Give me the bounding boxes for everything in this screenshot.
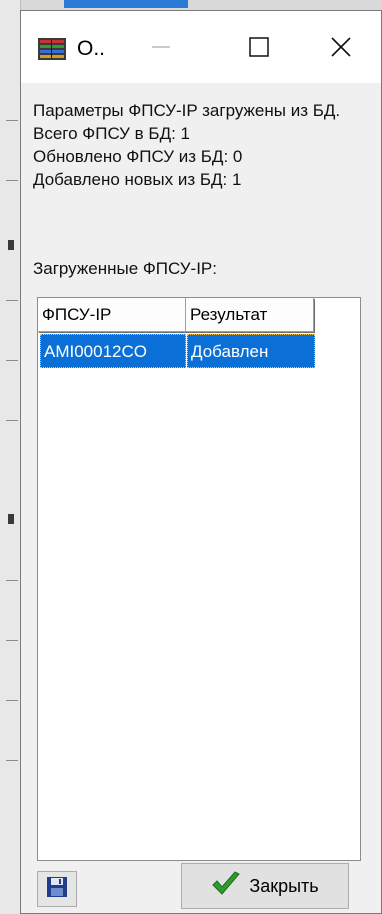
maximize-button[interactable]: [239, 31, 279, 67]
background-tick: [6, 180, 18, 181]
background-mark: [8, 514, 14, 524]
close-button-label: Закрыть: [249, 875, 319, 896]
load-results-dialog: O.. Параметры ФПСУ-IP загружены из БД. В…: [20, 10, 382, 914]
table-row[interactable]: AMI00012CO Добавлен: [40, 334, 315, 368]
close-button[interactable]: Закрыть: [181, 863, 349, 909]
window-title: O..: [77, 37, 106, 60]
background-app-panel: [0, 0, 21, 914]
close-icon: [330, 36, 352, 62]
loaded-list-label: Загруженные ФПСУ-IP:: [33, 259, 217, 278]
background-tick: [6, 120, 18, 121]
summary-added-line: Добавлено новых из БД: 1: [33, 170, 242, 189]
background-tick: [6, 640, 18, 641]
column-header-fpsu[interactable]: ФПСУ-IP: [38, 298, 186, 332]
minimize-icon: [150, 36, 172, 62]
column-header-result[interactable]: Результат: [186, 298, 314, 332]
background-app-titlebar: [64, 0, 188, 8]
summary-total-line: Всего ФПСУ в БД: 1: [33, 124, 191, 143]
background-tick: [6, 700, 18, 701]
checkmark-icon: [211, 871, 241, 901]
list-header: ФПСУ-IP Результат: [38, 298, 314, 332]
background-tick: [6, 580, 18, 581]
background-tick: [6, 300, 18, 301]
save-button[interactable]: [37, 871, 77, 907]
background-tick: [6, 760, 18, 761]
background-tick: [6, 420, 18, 421]
floppy-disk-icon: [46, 876, 68, 902]
background-mark: [8, 240, 14, 250]
server-list-icon: [37, 37, 67, 61]
load-summary: Параметры ФПСУ-IP загружены из БД. Всего…: [33, 99, 373, 191]
minimize-button[interactable]: [141, 31, 181, 67]
results-list[interactable]: ФПСУ-IP Результат AMI00012CO Добавлен: [37, 297, 361, 861]
summary-updated-line: Обновлено ФПСУ из БД: 0: [33, 147, 243, 166]
summary-loaded-line: Параметры ФПСУ-IP загружены из БД.: [33, 101, 341, 120]
close-window-button[interactable]: [321, 31, 361, 67]
background-tick: [6, 360, 18, 361]
cell-fpsu-name: AMI00012CO: [40, 334, 186, 368]
maximize-icon: [248, 36, 270, 62]
title-bar[interactable]: O..: [21, 11, 381, 83]
cell-result: Добавлен: [187, 334, 315, 368]
